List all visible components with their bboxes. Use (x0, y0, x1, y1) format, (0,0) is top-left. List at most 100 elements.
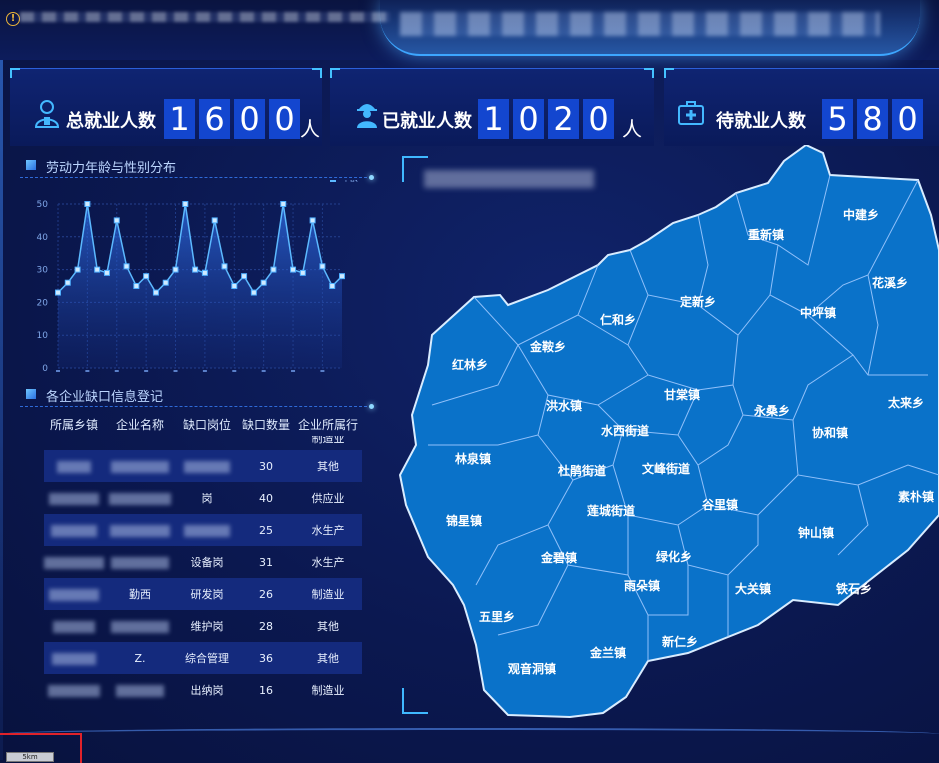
data-point[interactable] (192, 266, 199, 273)
stat-card-waiting: 待就业人数 5 8 0 (664, 68, 939, 146)
stat-digit: 0 (513, 99, 544, 139)
helmet-worker-icon (352, 99, 382, 129)
table-cell-blurred (104, 492, 176, 505)
data-point[interactable] (123, 263, 130, 270)
town-label[interactable]: 定新乡 (680, 294, 716, 309)
town-label[interactable]: 钟山镇 (798, 525, 834, 540)
column-header[interactable]: 所属乡镇 (44, 416, 104, 433)
data-point[interactable] (319, 263, 326, 270)
table-row[interactable]: 30 其他 (44, 450, 362, 482)
column-header[interactable]: 缺口数量 (238, 416, 294, 433)
town-label[interactable]: 大关镇 (735, 581, 771, 596)
town-label[interactable]: 雨朵镇 (624, 578, 660, 593)
town-label[interactable]: 杜鹃街道 (558, 463, 606, 478)
town-label[interactable]: 谷里镇 (702, 497, 738, 512)
town-label[interactable]: 协和镇 (812, 425, 848, 440)
town-label[interactable]: 铁石乡 (836, 581, 872, 596)
town-label[interactable]: 红林乡 (452, 357, 488, 372)
town-label[interactable]: 永桑乡 (753, 403, 790, 418)
table-row[interactable]: 维护岗 28 其他 (44, 610, 362, 642)
stat-unit: 人 (300, 117, 320, 141)
town-label[interactable]: 金鞍乡 (529, 339, 566, 354)
data-point[interactable] (231, 283, 238, 289)
data-point[interactable] (211, 217, 218, 224)
data-point[interactable] (55, 289, 61, 296)
gap-section-header: 各企业缺口信息登记 (20, 385, 374, 409)
town-label[interactable]: 水西街道 (601, 423, 649, 438)
data-point[interactable] (201, 269, 208, 276)
table-row[interactable]: 25 水生产 (44, 514, 362, 546)
data-point[interactable] (133, 283, 140, 289)
x-tick-mark (114, 370, 119, 372)
town-label[interactable]: 五里乡 (479, 609, 515, 624)
data-point[interactable] (113, 217, 120, 224)
table-row[interactable]: 岗 40 供应业 (44, 482, 362, 514)
town-label[interactable]: 林泉镇 (455, 451, 491, 466)
data-point[interactable] (152, 289, 159, 296)
stat-digit: 8 (857, 99, 888, 139)
town-label[interactable]: 甘棠镇 (664, 387, 700, 402)
stat-digit: 0 (583, 99, 614, 139)
table-row[interactable]: 勤西 研发岗 26 制造业 (44, 578, 362, 610)
town-label[interactable]: 太来乡 (888, 395, 924, 410)
legend-swatch (330, 180, 336, 182)
age-section-header: 劳动力年龄与性别分布 (20, 156, 374, 180)
table-cell (176, 460, 238, 473)
column-header[interactable]: 企业所属行 (294, 416, 362, 433)
data-point[interactable] (241, 273, 248, 280)
gap-table: 所属乡镇 企业名称 缺口岗位 缺口数量 企业所属行 制造业 30 其他岗 40 供应业… (44, 412, 362, 706)
town-label[interactable]: 中坪镇 (800, 305, 836, 320)
column-header[interactable]: 缺口岗位 (176, 416, 238, 433)
table-row-partial[interactable]: 制造业 (44, 436, 362, 450)
data-point[interactable] (339, 273, 345, 280)
table-row[interactable]: 出纳岗 16 制造业 (44, 674, 362, 706)
town-label[interactable]: 文峰街道 (642, 461, 690, 476)
table-cell: 36 (259, 651, 273, 665)
data-point[interactable] (260, 279, 267, 286)
data-point[interactable] (309, 217, 316, 224)
town-label[interactable]: 新仁乡 (662, 634, 698, 649)
data-point[interactable] (250, 289, 257, 296)
data-point[interactable] (329, 283, 336, 289)
town-label[interactable]: 重新镇 (748, 227, 784, 242)
data-point[interactable] (64, 279, 71, 286)
town-label[interactable]: 素朴镇 (898, 489, 934, 504)
data-point[interactable] (280, 201, 287, 207)
stat-digit: 1 (164, 99, 195, 139)
data-point[interactable] (162, 279, 169, 286)
column-header[interactable]: 企业名称 (104, 416, 176, 433)
map-scale-button[interactable]: 5km (6, 752, 54, 762)
data-point[interactable] (182, 201, 189, 207)
data-point[interactable] (299, 269, 306, 276)
town-label[interactable]: 绿化乡 (656, 549, 692, 564)
legend-label: 年龄 (341, 180, 359, 184)
table-cell-blurred (44, 524, 104, 537)
data-point[interactable] (94, 266, 101, 273)
town-label[interactable]: 中建乡 (843, 207, 879, 222)
table-cell: 制造业 (311, 588, 345, 601)
table-row[interactable]: Z. 综合管理 36 其他 (44, 642, 362, 674)
data-point[interactable] (270, 266, 277, 273)
data-point[interactable] (172, 266, 179, 273)
town-label[interactable]: 金兰镇 (589, 645, 626, 660)
data-point[interactable] (74, 266, 81, 273)
town-label[interactable]: 洪水镇 (546, 398, 582, 413)
town-label[interactable]: 莲城街道 (587, 503, 635, 518)
data-point[interactable] (221, 263, 228, 270)
town-label[interactable]: 仁和乡 (600, 312, 636, 327)
data-point[interactable] (103, 269, 110, 276)
town-label[interactable]: 观音洞镇 (508, 661, 556, 676)
town-label[interactable]: 金碧镇 (540, 550, 577, 565)
table-cell: 水生产 (311, 556, 345, 569)
warning-icon[interactable]: ! (6, 12, 20, 26)
table-row[interactable]: 设备岗 31 水生产 (44, 546, 362, 578)
header-subtitle-blurred (20, 12, 390, 22)
town-label[interactable]: 锦星镇 (446, 513, 482, 528)
town-label[interactable]: 花溪乡 (872, 275, 908, 290)
x-tick-mark (232, 370, 237, 372)
table-cell: 供应业 (311, 492, 345, 505)
data-point[interactable] (290, 266, 297, 273)
data-point[interactable] (84, 201, 91, 207)
data-point[interactable] (143, 273, 150, 280)
stat-digit: 0 (892, 99, 923, 139)
